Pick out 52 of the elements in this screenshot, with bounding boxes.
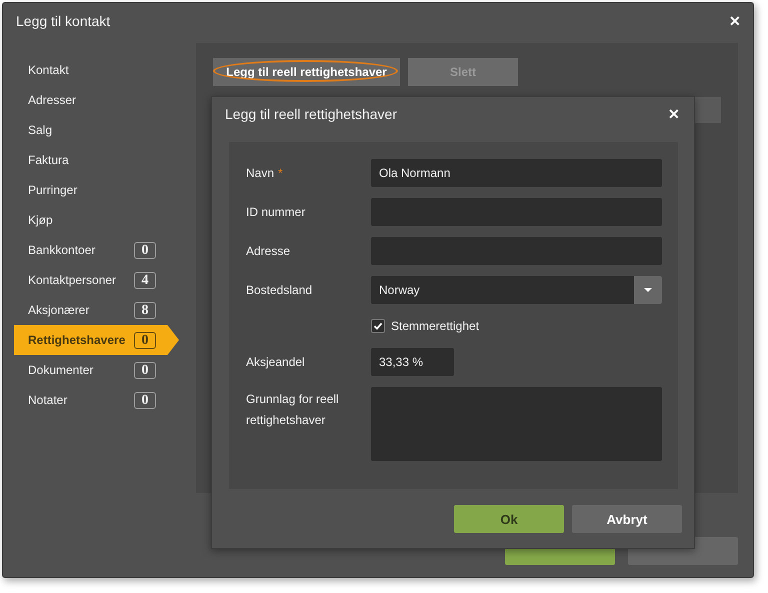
sidebar-item-label: Faktura <box>28 153 69 167</box>
sidebar-item[interactable]: Dokumenter 0 <box>14 355 168 385</box>
sidebar-item[interactable]: Kjøp <box>14 205 168 235</box>
field-label: Grunnlag for reell rettighetshaver <box>246 391 340 429</box>
sidebar-item-label: Purringer <box>28 183 78 197</box>
field-label: Aksjeandel <box>246 354 305 371</box>
count-badge: 8 <box>134 302 156 318</box>
sidebar-item[interactable]: Bankkontoer 0 <box>14 235 168 265</box>
sidebar-item-label: Aksjonærer <box>28 303 90 317</box>
input-field[interactable]: Ola Normann <box>371 159 662 187</box>
input-field[interactable] <box>371 237 662 265</box>
field-label: Bostedsland <box>246 282 312 299</box>
field-label: Navn <box>246 165 274 182</box>
sidebar-item-label: Rettighetshavere <box>28 333 126 347</box>
checkbox[interactable] <box>371 319 385 333</box>
dropdown-field[interactable]: Norway <box>371 276 662 304</box>
input-field[interactable] <box>371 198 662 226</box>
window-title: Legg til kontakt <box>16 13 110 29</box>
sidebar-item[interactable]: Rettighetshavere 0 <box>14 325 179 355</box>
field-label: Adresse <box>246 243 290 260</box>
close-button[interactable]: ✕ <box>729 13 741 29</box>
sidebar-item-label: Salg <box>28 123 52 137</box>
sidebar-item[interactable]: Notater 0 <box>14 385 168 415</box>
dialog-title: Legg til reell rettighetshaver <box>225 106 397 122</box>
sidebar-item[interactable]: Adresser <box>14 85 168 115</box>
count-badge: 4 <box>134 272 156 288</box>
count-badge: 0 <box>134 392 156 408</box>
count-badge: 0 <box>134 242 156 258</box>
sidebar-item[interactable]: Kontaktpersoner 4 <box>14 265 168 295</box>
sidebar-item[interactable]: Aksjonærer 8 <box>14 295 168 325</box>
sidebar-item-label: Kjøp <box>28 213 53 227</box>
count-badge: 0 <box>134 362 156 378</box>
sidebar-item[interactable]: Kontakt <box>14 55 168 85</box>
caret-icon <box>634 276 662 304</box>
required-mark: * <box>278 165 283 182</box>
sidebar-item[interactable]: Purringer <box>14 175 168 205</box>
sidebar-item-label: Adresser <box>28 93 76 107</box>
sidebar-item[interactable]: Salg <box>14 115 168 145</box>
ok-button[interactable]: Ok <box>454 505 564 533</box>
close-button[interactable]: ✕ <box>668 106 680 122</box>
cancel-button[interactable]: Avbryt <box>572 505 682 533</box>
input-field[interactable]: 33,33 % <box>371 348 454 376</box>
field-label: ID nummer <box>246 204 306 221</box>
sidebar-item-label: Dokumenter <box>28 363 94 377</box>
count-badge: 0 <box>134 332 156 348</box>
checkbox-label: Stemmerettighet <box>391 318 480 335</box>
sidebar-item[interactable]: Faktura <box>14 145 168 175</box>
sidebar-item-label: Kontakt <box>28 63 69 77</box>
sidebar-item-label: Notater <box>28 393 68 407</box>
add-button[interactable]: Legg til reell rettighetshaver <box>213 58 400 86</box>
sidebar-item-label: Bankkontoer <box>28 243 96 257</box>
sidebar-item-label: Kontaktpersoner <box>28 273 116 287</box>
